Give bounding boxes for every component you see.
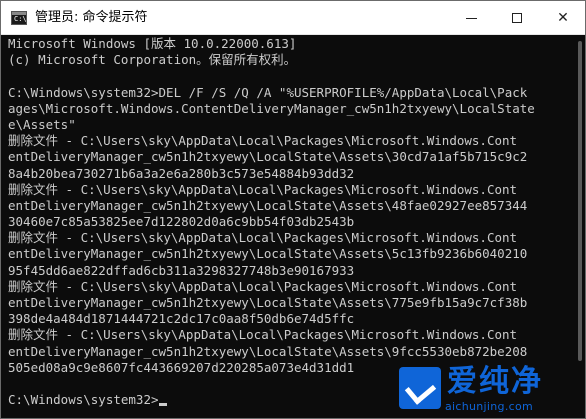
cmd-app-icon: C:\ (11, 11, 27, 25)
console-line: (c) Microsoft Corporation。保留所有权利。 (8, 52, 297, 68)
console-line: 删除文件 - C:\Users\sky\AppData\Local\Packag… (8, 133, 518, 149)
window-title: 管理员: 命令提示符 (35, 10, 148, 25)
console-prompt: C:\Windows\system32> (8, 392, 159, 408)
watermark-text: 爱纯净 (447, 364, 543, 399)
text-cursor (158, 403, 167, 407)
console-output[interactable]: Microsoft Windows [版本 10.0.22000.613] (c)… (8, 36, 568, 412)
site-watermark: 爱纯净 aichunjing.com (399, 364, 579, 417)
watermark-logo-icon (399, 367, 441, 409)
console-line: 删除文件 - C:\Users\sky\AppData\Local\Packag… (8, 278, 518, 294)
console-line: entDeliveryManager_cw5n1h2txyewy\LocalSt… (8, 343, 528, 359)
console-line: C:\Windows\system32>DEL /F /S /Q /A "%US… (8, 84, 528, 100)
cmd-icon-glyph: C:\ (14, 15, 27, 23)
vertical-scrollbar[interactable] (578, 41, 582, 401)
minimize-icon (465, 17, 477, 19)
maximize-icon (512, 13, 522, 23)
console-line: entDeliveryManager_cw5n1h2txyewy\LocalSt… (8, 295, 528, 310)
cmd-window: C:\ 管理员: 命令提示符 ✕ Microsoft Windows [版本 1… (0, 0, 586, 419)
console-line: 删除文件 - C:\Users\sky\AppData\Local\Packag… (8, 327, 518, 343)
console-line: 95f45dd6ae822dffad6cb311a3298327748b3e90… (8, 262, 355, 278)
minimize-button[interactable] (448, 1, 494, 35)
console-line: entDeliveryManager_cw5n1h2txyewy\LocalSt… (8, 197, 528, 213)
console-line: entDeliveryManager_cw5n1h2txyewy\LocalSt… (8, 246, 528, 262)
console-line: e\Assets" (8, 116, 76, 132)
console-line: entDeliveryManager_cw5n1h2txyewy\LocalSt… (8, 149, 528, 165)
console-line: ages\Microsoft.Windows.ContentDeliveryMa… (8, 100, 535, 116)
console-line: 删除文件 - C:\Users\sky\AppData\Local\Packag… (8, 230, 518, 246)
close-button[interactable]: ✕ (540, 1, 586, 35)
scrollbar-thumb[interactable] (578, 41, 582, 361)
console-line: Microsoft Windows [版本 10.0.22000.613] (8, 36, 297, 51)
console-line: 398de4a484d1871444721c2dc17c0aa8f50db6e7… (8, 311, 355, 327)
title-bar[interactable]: C:\ 管理员: 命令提示符 ✕ (1, 1, 585, 35)
close-icon: ✕ (557, 10, 569, 26)
console-line: 删除文件 - C:\Users\sky\AppData\Local\Packag… (8, 181, 518, 197)
watermark-url: aichunjing.com (445, 400, 534, 413)
console-line: 8a4b20bea730271b6a3a2e6a280b3c573e54884b… (8, 165, 355, 181)
console-line: 30460e7c85a53825ee7d122802d0a6c9bb54f03d… (8, 214, 355, 230)
maximize-button[interactable] (494, 1, 540, 35)
